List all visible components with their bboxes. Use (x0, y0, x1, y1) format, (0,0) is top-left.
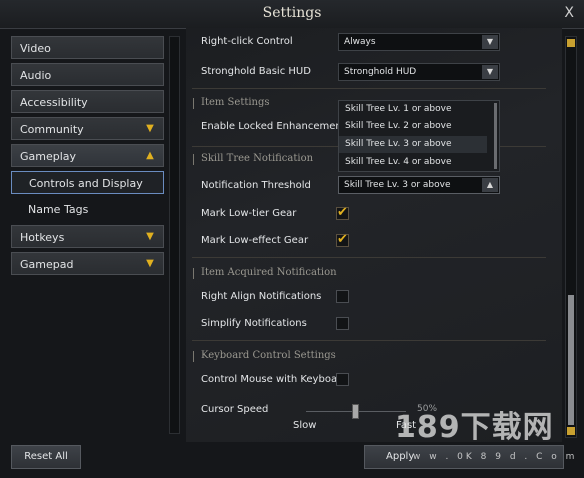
chevron-down-icon: ▼ (146, 258, 154, 269)
close-icon[interactable]: X (564, 5, 574, 21)
sidebar-item-label: Community (20, 123, 84, 136)
low-effect-checkbox[interactable]: ✔ (336, 232, 349, 247)
sidebar-item-label: Accessibility (20, 96, 88, 109)
stronghold-hud-label: Stronghold Basic HUD (201, 66, 311, 77)
sidebar-scrollbar[interactable] (169, 36, 180, 434)
window-title: Settings (262, 5, 322, 21)
threshold-options-list: Skill Tree Lv. 1 or above Skill Tree Lv.… (338, 100, 500, 172)
simplify-label: Simplify Notifications (201, 318, 307, 329)
locked-enhancements-label: Enable Locked Enhancements (201, 121, 351, 132)
sidebar-item-label: Gameplay (20, 150, 77, 163)
threshold-option[interactable]: Skill Tree Lv. 3 or above (339, 136, 487, 153)
reset-all-button[interactable]: Reset All (11, 445, 81, 469)
cursor-speed-thumb[interactable] (352, 404, 359, 419)
dropdown-value: Always (344, 37, 376, 47)
options-scrollbar[interactable] (494, 103, 497, 169)
low-tier-label: Mark Low-tier Gear (201, 208, 297, 219)
stronghold-hud-dropdown[interactable]: Stronghold HUD ▼ (338, 63, 500, 81)
cursor-speed-min-label: Slow (293, 420, 317, 431)
right-click-dropdown[interactable]: Always ▼ (338, 33, 500, 51)
threshold-option[interactable]: Skill Tree Lv. 4 or above (339, 154, 487, 171)
right-align-label: Right Align Notifications (201, 291, 322, 302)
check-icon: ✔ (337, 205, 348, 220)
sidebar-item-video[interactable]: Video (11, 36, 164, 59)
cursor-speed-label: Cursor Speed (201, 404, 269, 415)
sidebar-item-hotkeys[interactable]: Hotkeys ▼ (11, 225, 164, 248)
control-mouse-label: Control Mouse with Keyboard (201, 374, 348, 385)
watermark-url: w w . 0K 8 9 d . C o m (413, 452, 578, 462)
scroll-down-arrow[interactable] (567, 427, 575, 435)
threshold-dropdown[interactable]: Skill Tree Lv. 3 or above ▲ (338, 176, 500, 194)
right-click-label: Right-click Control (201, 36, 293, 47)
low-effect-label: Mark Low-effect Gear (201, 235, 309, 246)
dropdown-value: Skill Tree Lv. 3 or above (344, 180, 451, 190)
sidebar-item-audio[interactable]: Audio (11, 63, 164, 86)
sidebar-item-label: Audio (20, 69, 52, 82)
section-title-skill-tree: Skill Tree Notification (192, 153, 314, 165)
chevron-down-icon: ▼ (482, 65, 498, 79)
scroll-thumb[interactable] (568, 295, 574, 425)
section-title-item-settings: Item Settings (193, 97, 270, 109)
sidebar-item-label: Gamepad (20, 258, 74, 271)
section-divider (192, 340, 546, 341)
chevron-up-icon: ▲ (146, 150, 154, 161)
section-title-keyboard: Keyboard Control Settings (193, 350, 336, 362)
threshold-label: Notification Threshold (201, 180, 311, 191)
simplify-checkbox[interactable] (336, 317, 349, 330)
chevron-down-icon: ▼ (482, 35, 498, 49)
chevron-up-icon: ▲ (482, 178, 498, 192)
right-align-checkbox[interactable] (336, 290, 349, 303)
control-mouse-checkbox[interactable] (336, 373, 349, 386)
section-divider (192, 257, 546, 258)
threshold-option[interactable]: Skill Tree Lv. 2 or above (339, 118, 487, 135)
scroll-up-arrow[interactable] (567, 39, 575, 47)
watermark-logo: 189下载网 (395, 410, 554, 445)
sidebar-item-controls-and-display[interactable]: Controls and Display (11, 171, 164, 194)
sidebar-item-community[interactable]: Community ▼ (11, 117, 164, 140)
sidebar-item-label: Video (20, 42, 51, 55)
check-icon: ✔ (337, 232, 348, 247)
sidebar-item-label: Hotkeys (20, 231, 65, 244)
section-divider (192, 88, 546, 89)
title-bar: Settings X (0, 0, 584, 29)
sidebar-item-name-tags[interactable]: Name Tags (11, 198, 164, 221)
threshold-option[interactable]: Skill Tree Lv. 1 or above (339, 101, 487, 118)
settings-sidebar: Video Audio Accessibility Community ▼ Ga… (11, 36, 166, 436)
sidebar-item-gamepad[interactable]: Gamepad ▼ (11, 252, 164, 275)
sidebar-item-label: Controls and Display (29, 177, 143, 190)
sidebar-item-label: Name Tags (28, 203, 89, 216)
settings-panel: Right-click Control Always ▼ Stronghold … (186, 28, 562, 442)
sidebar-item-gameplay[interactable]: Gameplay ▲ (11, 144, 164, 167)
chevron-down-icon: ▼ (146, 231, 154, 242)
low-tier-checkbox[interactable]: ✔ (336, 205, 349, 220)
dropdown-value: Stronghold HUD (344, 67, 417, 77)
main-scrollbar[interactable] (565, 36, 577, 438)
sidebar-item-accessibility[interactable]: Accessibility (11, 90, 164, 113)
section-title-item-acquired: Item Acquired Notification (193, 267, 337, 279)
chevron-down-icon: ▼ (146, 123, 154, 134)
